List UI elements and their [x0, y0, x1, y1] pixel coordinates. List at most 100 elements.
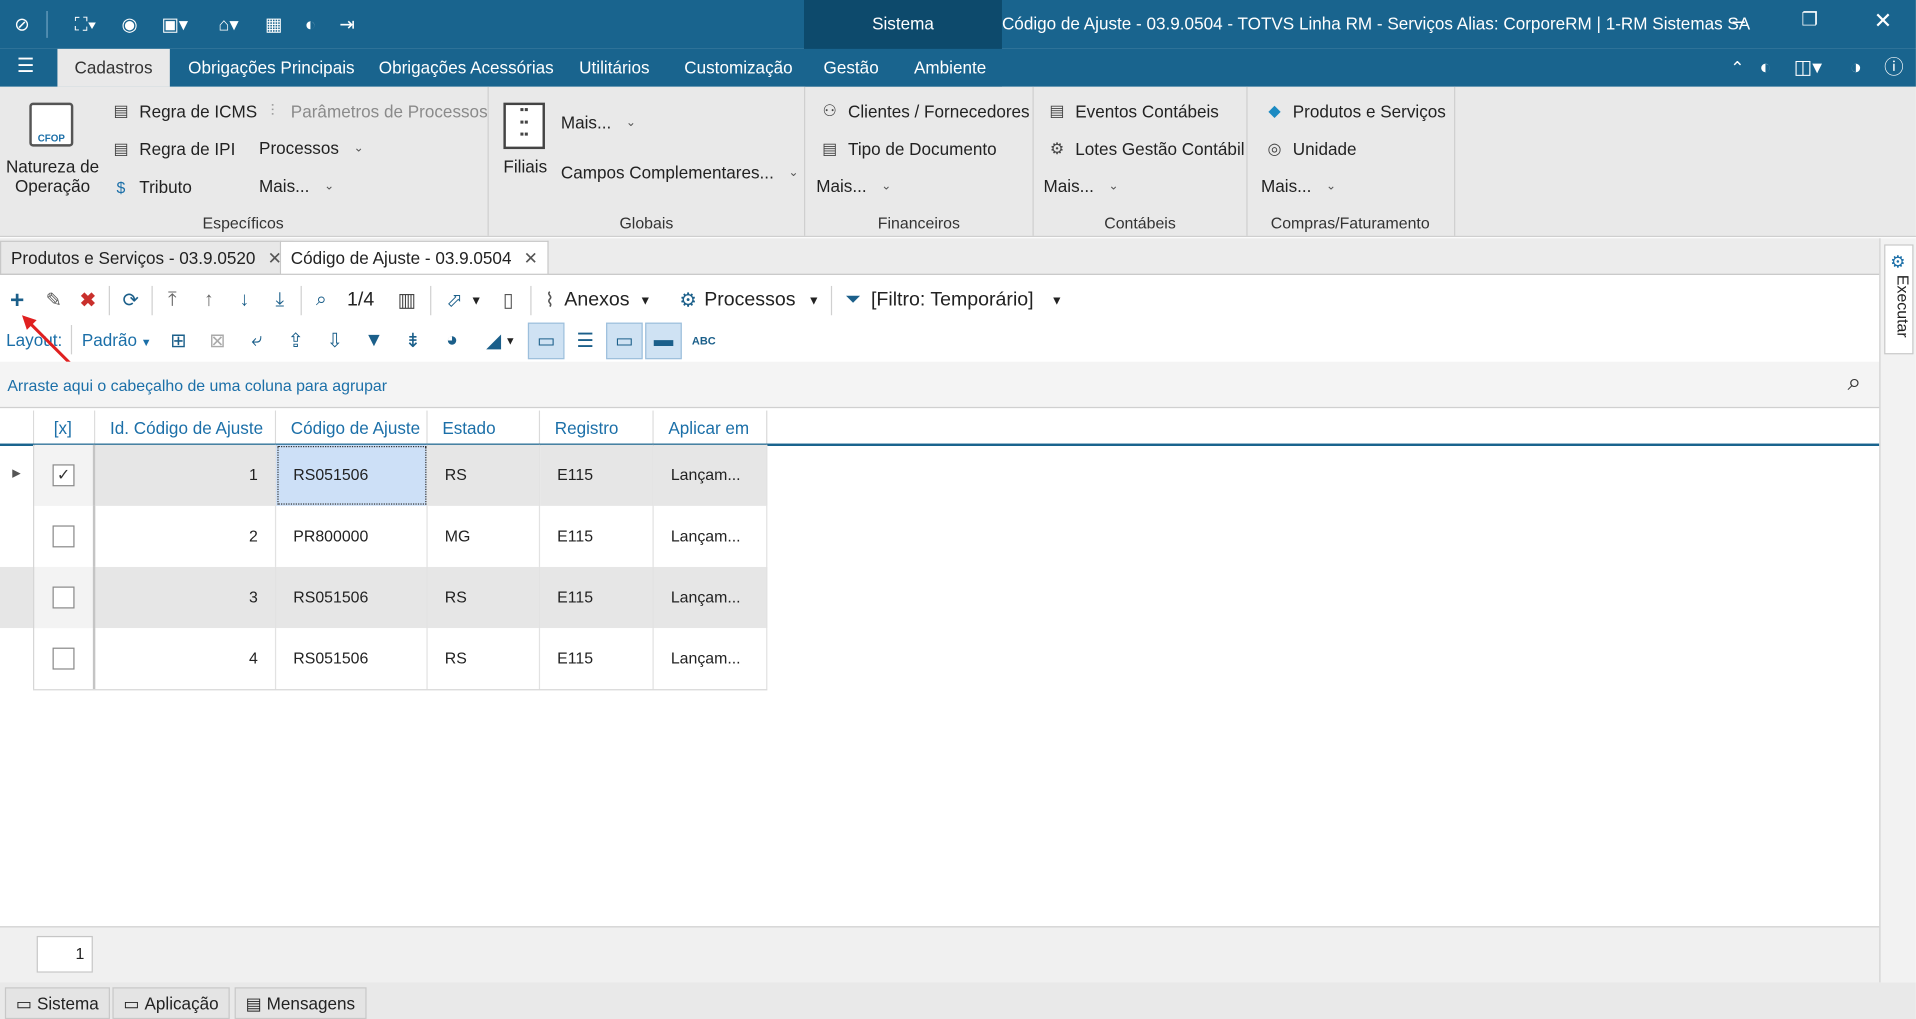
mais-compras-dropdown[interactable]: Mais... ⌄ [1261, 176, 1336, 196]
minimize-button[interactable]: – [1720, 9, 1757, 41]
tab-utilitarios[interactable]: Utilitários [579, 49, 649, 87]
move-up-icon[interactable]: ⇪ [281, 325, 310, 357]
campos-complementares-dropdown[interactable]: Campos Complementares... ⌄ [561, 163, 799, 183]
layout-full-toggle-icon[interactable]: ▬ [645, 322, 682, 360]
unidade-button[interactable]: ◎ Unidade [1263, 138, 1357, 160]
row-checkbox[interactable]: ✓ [52, 464, 75, 487]
previous-record-icon[interactable]: ↑ [196, 285, 223, 317]
natureza-operacao-button[interactable]: Natureza de Operação [5, 156, 100, 195]
mais-globais-dropdown[interactable]: Mais... ⌄ [561, 112, 636, 132]
mais-especificos-dropdown[interactable]: Mais... ⌄ [259, 176, 334, 196]
column-header-registro[interactable]: Registro [540, 410, 654, 445]
eventos-contabeis-button[interactable]: ▤ Eventos Contábeis [1046, 100, 1218, 122]
grid-icon[interactable]: ▦ [261, 12, 285, 36]
pin-icon[interactable]: ⇟ [398, 325, 427, 357]
regra-icms-button[interactable]: ▤ Regra de ICMS [110, 100, 257, 122]
help-globe-icon[interactable]: ◐ [298, 12, 322, 36]
regra-ipi-button[interactable]: ▤ Regra de IPI [110, 138, 235, 160]
processos-toolbar-dropdown[interactable]: ⚙ Processos ▼ [679, 285, 819, 317]
mais-label: Mais... [560, 112, 612, 132]
column-header-estado[interactable]: Estado [427, 410, 541, 445]
delete-icon[interactable]: ✖ [76, 285, 100, 317]
column-header-codigo[interactable]: Código de Ajuste [276, 410, 428, 445]
clientes-fornecedores-button[interactable]: ⚇ Clientes / Fornecedores [819, 100, 1030, 122]
status-aplicacao-button[interactable]: ▭ Aplicação [112, 987, 230, 1019]
report-icon[interactable]: ▯ [496, 285, 520, 317]
totvs-logo-icon[interactable]: ⊘ [10, 12, 34, 36]
column-header-id[interactable]: Id. Código de Ajuste [95, 410, 277, 445]
column-header-select[interactable]: [x] [34, 410, 96, 445]
parametros-processos-button[interactable]: ⫶ Parâmetros de Processos [261, 100, 487, 122]
spellcheck-icon[interactable]: ABC [689, 325, 718, 357]
layout-menu-icon[interactable]: ▣▾ [154, 12, 196, 36]
chart-menu-icon[interactable]: ◢ ▼ [479, 325, 523, 357]
table-row[interactable]: 4 RS051506 RS E115 Lançam... [0, 628, 768, 690]
layout-dropdown[interactable]: Padrão ▼ [82, 330, 152, 350]
doc-tab-codigo-ajuste[interactable]: Código de Ajuste - 03.9.0504 ✕ [279, 240, 550, 275]
search-icon[interactable]: ⌕ [1848, 369, 1862, 397]
anexos-dropdown[interactable]: ⌇ Anexos ▼ [545, 285, 651, 317]
tab-obrigacoes-principais[interactable]: Obrigações Principais [188, 49, 354, 87]
layout-top-toggle-icon[interactable]: ▭ [606, 322, 643, 360]
home-menu-icon[interactable]: ⌂▾ [208, 12, 250, 36]
exit-icon[interactable]: ⇥ [335, 12, 359, 36]
close-tab-icon[interactable]: ✕ [524, 248, 538, 268]
help-icon[interactable]: ⓘ [1884, 49, 1904, 87]
last-record-icon[interactable]: ⤓ [266, 285, 293, 317]
table-row[interactable]: ▶ ✓ 1 RS051506 RS E115 Lançam... [0, 444, 768, 506]
globe-icon[interactable]: ◐ [1760, 49, 1772, 87]
toolbar-separator [430, 285, 432, 316]
edit-icon[interactable]: ✎ [42, 285, 66, 317]
support-icon[interactable]: ◑ [1850, 49, 1862, 87]
filiais-building-icon[interactable]: ▪▪ ▪▪ ▪▪ [503, 102, 545, 150]
doc-tab-produtos[interactable]: Produtos e Serviços - 03.9.0520 ✕ [0, 240, 293, 275]
search-icon[interactable]: ⌕ [308, 285, 335, 317]
filter-dropdown[interactable]: ⏷ [Filtro: Temporário] ▼ [846, 285, 1063, 317]
table-row[interactable]: 3 RS051506 RS E115 Lançam... [0, 566, 768, 629]
tab-obrigacoes-acessorias[interactable]: Obrigações Acessórias [379, 49, 554, 87]
mais-contabeis-dropdown[interactable]: Mais... ⌄ [1044, 176, 1119, 196]
tab-customizacao[interactable]: Customização [684, 49, 792, 87]
row-checkbox[interactable] [52, 525, 75, 548]
close-window-button[interactable]: ✕ [1865, 9, 1902, 41]
add-icon[interactable]: + [5, 285, 29, 317]
collapse-ribbon-icon[interactable]: ⌃ [1730, 49, 1744, 87]
insert-icon[interactable]: ⤶ [242, 325, 271, 357]
refresh-icon[interactable]: ⟳ [117, 285, 144, 317]
restore-button[interactable]: ❐ [1791, 9, 1828, 41]
layout-split-icon[interactable]: ☰ [567, 323, 604, 360]
first-record-icon[interactable]: ⤒ [159, 285, 186, 317]
tipo-documento-button[interactable]: ▤ Tipo de Documento [819, 138, 997, 160]
app-menu-icon[interactable]: ☰ [12, 54, 39, 81]
tributo-button[interactable]: $ Tributo [110, 176, 192, 198]
paint-icon[interactable]: ▼ [359, 325, 388, 357]
add-row-icon[interactable]: ⊞ [164, 325, 193, 357]
table-row[interactable]: 2 PR800000 MG E115 Lançam... [0, 505, 768, 567]
view-icon[interactable]: ◉ [117, 12, 141, 36]
columns-icon[interactable]: ▥ [393, 285, 420, 317]
processos-dropdown[interactable]: Processos ⌄ [259, 138, 364, 158]
hierarchy-menu-icon[interactable]: ⛶▾ [64, 12, 108, 36]
tab-gestao[interactable]: Gestão [824, 49, 879, 87]
move-down-icon[interactable]: ⇩ [320, 325, 349, 357]
filiais-button[interactable]: Filiais [503, 156, 547, 176]
status-sistema-button[interactable]: ▭ Sistema [4, 987, 110, 1019]
produtos-servicos-button[interactable]: ◆ Produtos e Serviços [1263, 100, 1446, 122]
lotes-gestao-contabil-button[interactable]: ⚙ Lotes Gestão Contábil [1046, 138, 1245, 160]
row-checkbox[interactable] [52, 586, 75, 609]
cfop-icon[interactable]: CFOP [29, 102, 74, 147]
row-checkbox[interactable] [52, 647, 75, 670]
remove-row-icon[interactable]: ⊠ [203, 325, 232, 357]
window-layout-icon[interactable]: ◫▾ [1794, 49, 1822, 87]
system-tab[interactable]: Sistema [804, 13, 1002, 33]
tab-ambiente[interactable]: Ambiente [914, 49, 986, 87]
tab-cadastros[interactable]: Cadastros [57, 48, 170, 87]
column-header-aplicar[interactable]: Aplicar em [653, 410, 768, 445]
layout-bottom-toggle-icon[interactable]: ▭ [527, 322, 565, 360]
codigo-cell[interactable]: RS051506 [276, 444, 428, 506]
next-record-icon[interactable]: ↓ [231, 285, 258, 317]
export-menu-icon[interactable]: ⬀ ▼ [440, 285, 489, 317]
color-icon[interactable]: ◕ [437, 325, 466, 357]
status-mensagens-button[interactable]: ▤ Mensagens [234, 987, 367, 1019]
mais-financeiros-dropdown[interactable]: Mais... ⌄ [816, 176, 891, 196]
